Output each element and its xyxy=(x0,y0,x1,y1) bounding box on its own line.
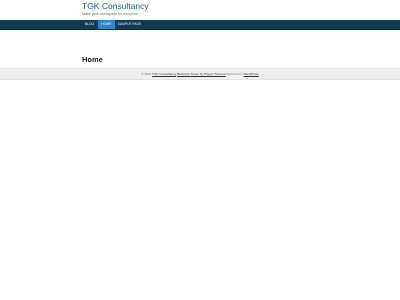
footer-powered-by: Powered by xyxy=(226,72,243,76)
site-title[interactable]: TGK Consultancy xyxy=(82,1,149,11)
footer-site-link[interactable]: TGK Consultancy xyxy=(152,72,176,76)
site-tagline: Make your workspace for everyone xyxy=(82,12,138,16)
main-navigation: Blog Home Sample Page xyxy=(0,20,400,30)
footer-theme-link[interactable]: Business Times by Priyam Themes xyxy=(177,72,225,76)
site-footer: © 2022 TGK Consultancy Business Times by… xyxy=(0,68,400,80)
page-title: Home xyxy=(82,55,103,65)
footer-wordpress-link[interactable]: WordPress xyxy=(244,72,259,76)
nav-item-home[interactable]: Home xyxy=(98,20,115,29)
nav-item-sample-page[interactable]: Sample Page xyxy=(116,20,143,29)
footer-copyright: © 2022 xyxy=(141,72,152,76)
site-header: TGK Consultancy Make your workspace for … xyxy=(0,0,400,20)
nav-item-blog[interactable]: Blog xyxy=(82,20,97,29)
